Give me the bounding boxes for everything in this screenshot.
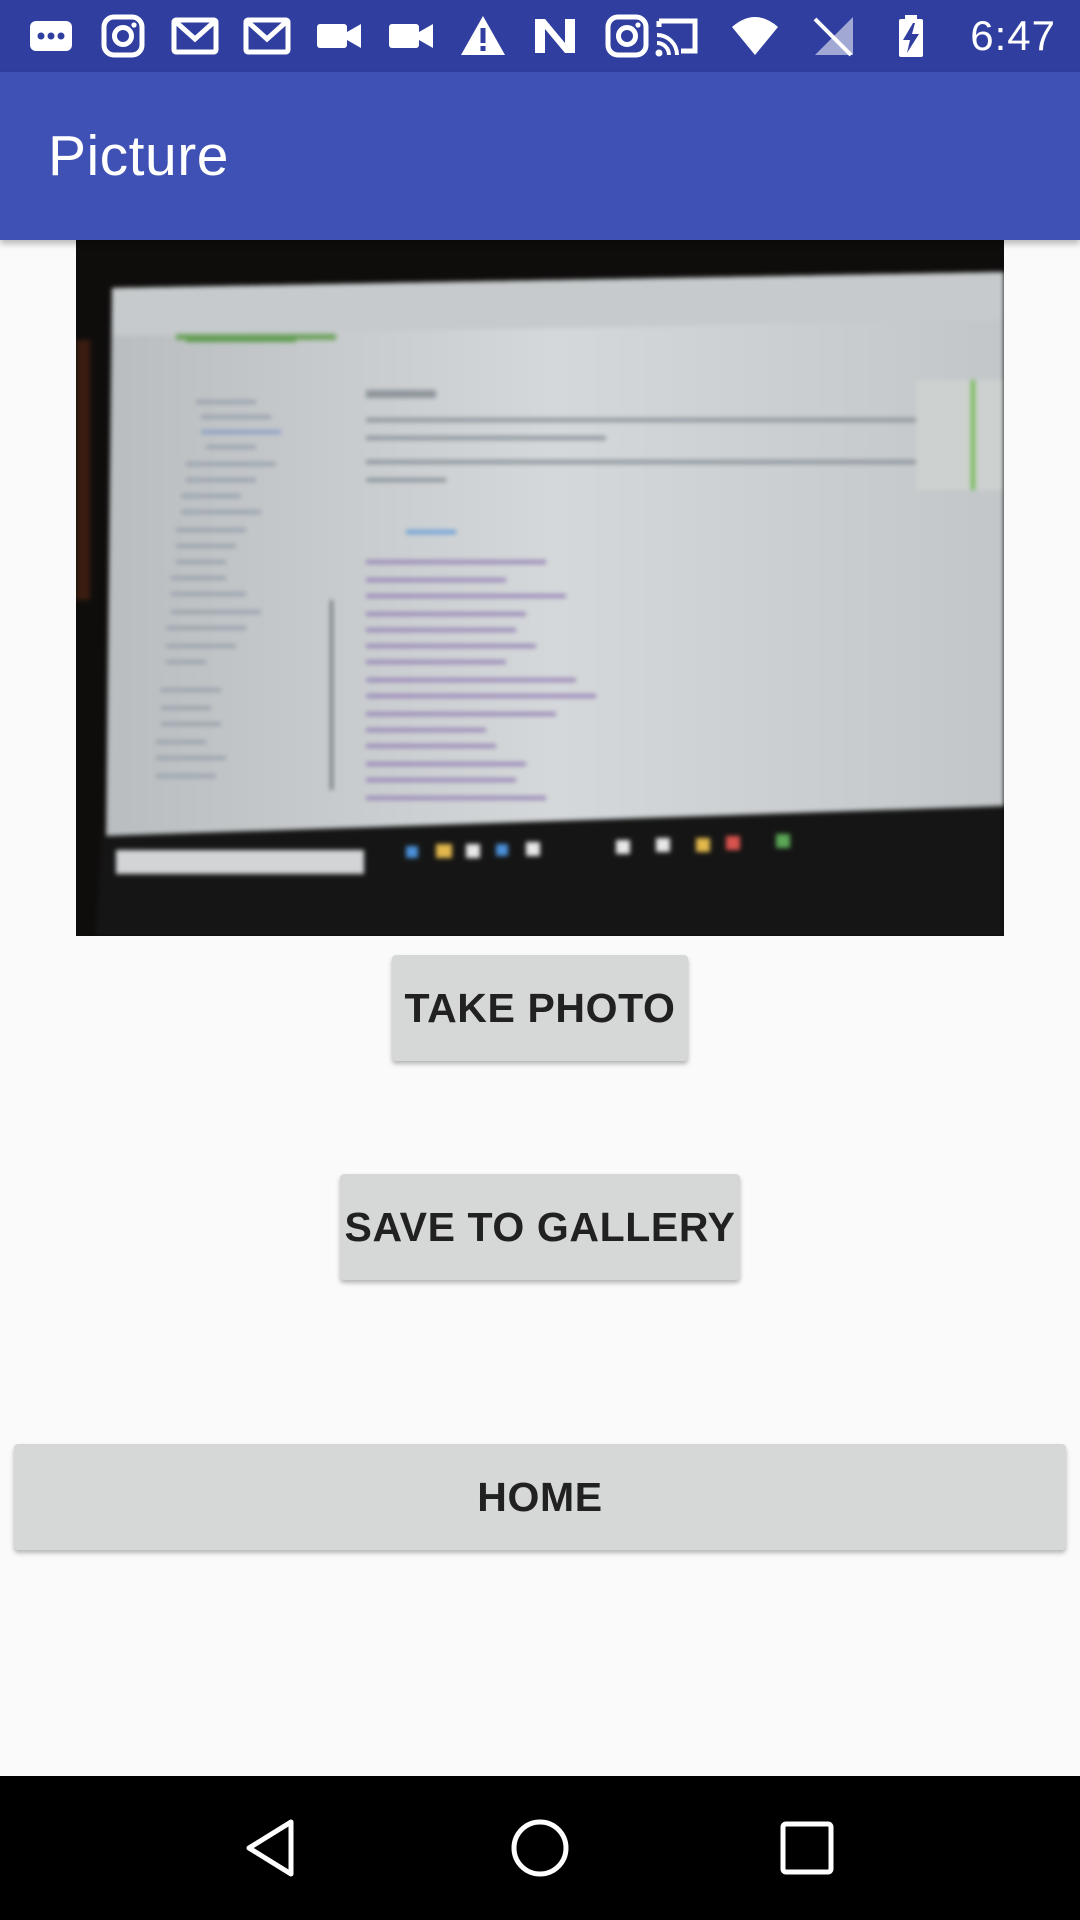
video-camera-icon: [314, 13, 364, 59]
status-time: 6:47: [970, 12, 1056, 59]
warning-icon: [458, 13, 508, 59]
home-icon[interactable]: [480, 1788, 600, 1908]
battery-charging-icon: [886, 13, 936, 59]
recents-icon[interactable]: [747, 1788, 867, 1908]
system-icons: 6:47: [652, 12, 1056, 60]
page-title: Picture: [48, 124, 229, 188]
back-icon[interactable]: [213, 1788, 333, 1908]
app-bar: Picture: [0, 72, 1080, 240]
gmail-icon: [170, 13, 220, 59]
instagram-icon: [602, 13, 652, 59]
status-bar: 6:47: [0, 0, 1080, 72]
captured-photo: [76, 240, 1004, 936]
instagram-icon: [98, 13, 148, 59]
no-signal-icon: [808, 13, 858, 59]
wifi-icon: [730, 13, 780, 59]
home-button[interactable]: HOME: [14, 1444, 1066, 1550]
notification-icons: [26, 13, 652, 59]
n-app-icon: [530, 13, 580, 59]
take-photo-button[interactable]: TAKE PHOTO: [392, 955, 688, 1061]
video-camera-icon: [386, 13, 436, 59]
navigation-bar: [0, 1776, 1080, 1920]
messages-icon: [26, 13, 76, 59]
save-to-gallery-button[interactable]: SAVE TO GALLERY: [340, 1174, 740, 1280]
cast-icon: [652, 13, 702, 59]
gmail-icon: [242, 13, 292, 59]
